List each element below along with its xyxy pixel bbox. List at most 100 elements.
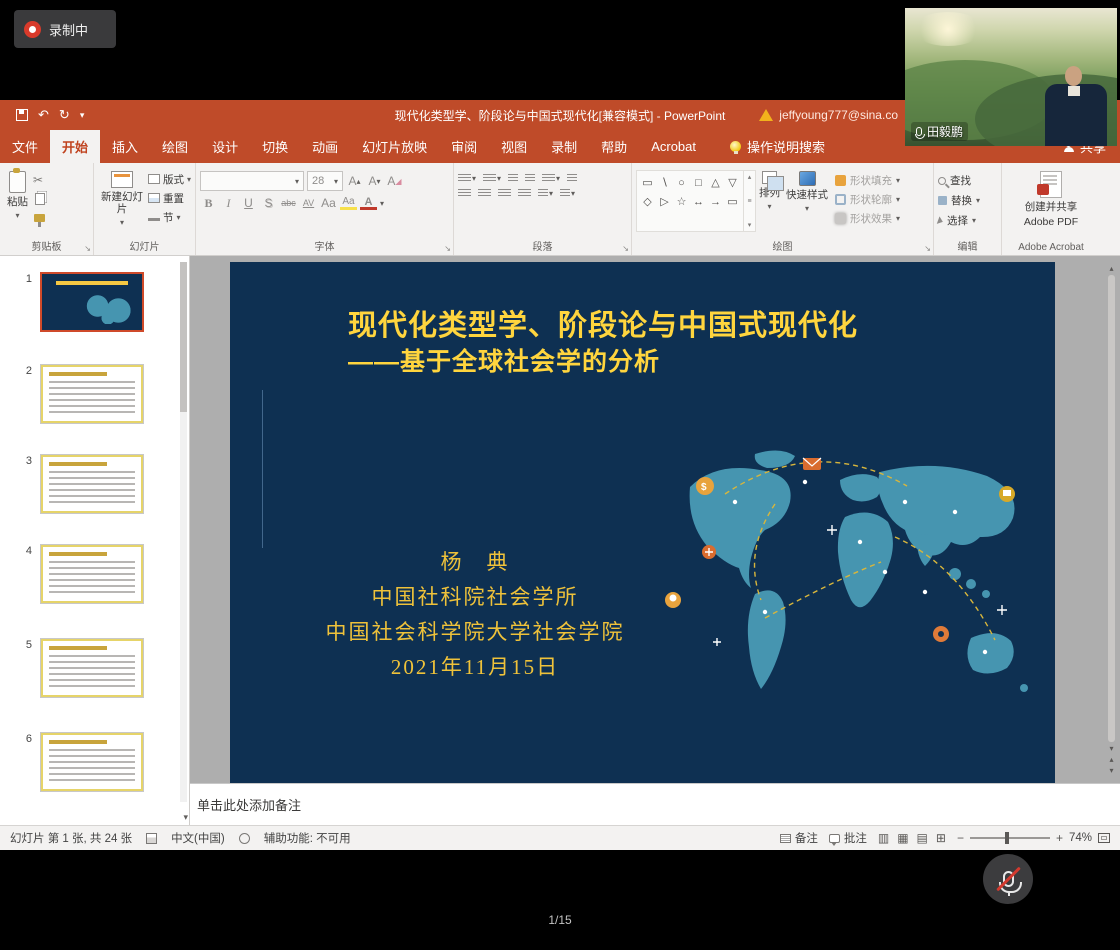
shape-fill-button[interactable]: 形状填充▾ <box>835 172 900 189</box>
create-share-pdf-button[interactable]: 创建并共享 Adobe PDF <box>1006 168 1096 231</box>
notes-toggle-button[interactable]: 备注 <box>780 830 818 846</box>
select-button[interactable]: 选择▾ <box>938 212 997 229</box>
slide-2-thumbnail[interactable] <box>40 364 144 424</box>
notes-pane[interactable]: 单击此处添加备注 <box>190 783 1120 825</box>
zoom-in-icon[interactable]: + <box>1056 831 1063 845</box>
shape-icon[interactable]: ∖ <box>661 176 668 189</box>
fit-to-window-icon[interactable] <box>1098 833 1110 843</box>
slideshow-view-icon[interactable]: ⊞ <box>936 831 946 845</box>
thumbnail-item[interactable]: 2 <box>20 364 144 424</box>
columns-icon[interactable]: ▾ <box>538 189 553 198</box>
bullets-icon[interactable]: ▾ <box>458 174 476 183</box>
save-icon[interactable] <box>16 109 28 121</box>
participant-video-tile[interactable]: 田毅鹏 <box>905 8 1117 146</box>
clear-format-icon[interactable]: A◢ <box>386 172 403 190</box>
thumbnail-scrollbar[interactable] <box>180 262 187 802</box>
tab-design[interactable]: 设计 <box>200 130 250 163</box>
normal-view-icon[interactable]: ▥ <box>878 831 889 845</box>
tab-record[interactable]: 录制 <box>539 130 589 163</box>
language-status[interactable]: 中文(中国) <box>171 830 225 846</box>
find-button[interactable]: 查找 <box>938 172 997 189</box>
highlight-color-icon[interactable]: Aa <box>340 197 357 210</box>
next-slide-icon[interactable]: ▾ <box>1109 766 1113 775</box>
accessibility-status[interactable]: 辅助功能: 不可用 <box>264 830 351 846</box>
shape-icon[interactable]: ▷ <box>660 195 668 208</box>
thumbnail-item[interactable]: 3 <box>20 454 144 514</box>
redo-icon[interactable]: ↻ <box>59 107 70 123</box>
shape-icon[interactable]: ▭ <box>642 176 652 189</box>
shape-icon[interactable]: △ <box>711 176 719 189</box>
format-painter-icon[interactable] <box>33 210 45 225</box>
undo-icon[interactable]: ↶ <box>38 107 49 123</box>
tab-view[interactable]: 视图 <box>489 130 539 163</box>
tab-home[interactable]: 开始 <box>50 130 100 163</box>
tab-review[interactable]: 审阅 <box>439 130 489 163</box>
warning-icon[interactable] <box>759 109 773 121</box>
shape-effects-button[interactable]: 形状效果▾ <box>835 210 900 227</box>
tab-draw[interactable]: 绘图 <box>150 130 200 163</box>
decrease-indent-icon[interactable] <box>508 174 518 183</box>
section-button[interactable]: 节▾ <box>148 209 191 225</box>
paste-button[interactable]: 粘贴 ▾ <box>4 168 31 225</box>
copy-icon[interactable] <box>33 191 45 206</box>
slide-subtitle[interactable]: ——基于全球社会学的分析 <box>348 342 660 378</box>
increase-indent-icon[interactable] <box>525 174 535 183</box>
zoom-slider[interactable] <box>970 837 1050 839</box>
thumbnail-item[interactable]: 1 <box>20 272 144 332</box>
zoom-out-icon[interactable]: − <box>957 831 964 845</box>
line-spacing-icon[interactable]: ▾ <box>542 174 560 183</box>
paragraph-dialog-launcher[interactable]: ↘ <box>622 244 629 253</box>
clipboard-dialog-launcher[interactable]: ↘ <box>84 244 91 253</box>
font-color-dropdown-icon[interactable]: ▾ <box>380 199 384 208</box>
slide-canvas[interactable]: 现代化类型学、阶段论与中国式现代化 ——基于全球社会学的分析 <box>230 262 1055 783</box>
quick-styles-button[interactable]: 快速样式 ▾ <box>783 168 831 239</box>
reset-button[interactable]: 重置 <box>148 190 191 206</box>
justify-icon[interactable] <box>518 189 531 198</box>
microphone-muted-button[interactable] <box>983 854 1033 904</box>
align-right-icon[interactable] <box>498 189 511 198</box>
tab-file[interactable]: 文件 <box>0 130 50 163</box>
thumbnail-item[interactable]: 5 <box>20 638 144 698</box>
underline-button[interactable]: U <box>240 194 257 212</box>
slide-4-thumbnail[interactable] <box>40 544 144 604</box>
new-slide-button[interactable]: 新建幻灯片 ▾ <box>98 168 146 230</box>
slide-5-thumbnail[interactable] <box>40 638 144 698</box>
tab-help[interactable]: 帮助 <box>589 130 639 163</box>
previous-slide-icon[interactable]: ▴ <box>1109 755 1113 764</box>
numbering-icon[interactable]: ▾ <box>483 174 501 183</box>
text-direction-icon[interactable] <box>567 174 577 183</box>
decrease-font-icon[interactable]: A▾ <box>366 172 383 190</box>
shapes-gallery-scrollbar[interactable]: ▴≡▾ <box>743 171 755 231</box>
scroll-down-icon[interactable]: ▾ <box>1109 744 1113 753</box>
shape-icon[interactable]: → <box>710 196 721 208</box>
slide-1-thumbnail[interactable] <box>40 272 144 332</box>
replace-button[interactable]: 替换▾ <box>938 192 997 209</box>
align-left-icon[interactable] <box>458 189 471 198</box>
shapes-gallery[interactable]: ▭ ∖ ○ □ △ ▽ ◇ ▷ ☆ ↔ → ▭ ▴≡▾ <box>636 170 756 232</box>
text-shadow-button[interactable]: S <box>260 194 277 212</box>
slide-6-thumbnail[interactable] <box>40 732 144 792</box>
font-name-combo[interactable]: ▾ <box>200 171 304 191</box>
slide-position-status[interactable]: 幻灯片 第 1 张, 共 24 张 <box>10 830 132 846</box>
shape-icon[interactable]: ▽ <box>728 176 736 189</box>
shape-icon[interactable]: ↔ <box>693 196 704 208</box>
tell-me-search[interactable]: 操作说明搜索 <box>722 130 833 163</box>
tab-slideshow[interactable]: 幻灯片放映 <box>350 130 439 163</box>
zoom-slider-handle[interactable] <box>1005 832 1009 844</box>
tab-animations[interactable]: 动画 <box>300 130 350 163</box>
bold-button[interactable]: B <box>200 194 217 212</box>
change-case-button[interactable]: Aa <box>320 194 337 212</box>
layout-button[interactable]: 版式▾ <box>148 171 191 187</box>
recording-indicator[interactable]: 录制中 <box>14 10 116 48</box>
shape-icon[interactable]: ◇ <box>643 195 651 208</box>
shape-icon[interactable]: □ <box>695 177 702 189</box>
thumbnail-item[interactable]: 6 <box>20 732 144 792</box>
italic-button[interactable]: I <box>220 194 237 212</box>
slide-sorter-view-icon[interactable]: ▦ <box>897 831 908 845</box>
strikethrough-button[interactable]: abc <box>280 194 297 212</box>
shape-icon[interactable]: ○ <box>678 177 685 189</box>
tab-transitions[interactable]: 切换 <box>250 130 300 163</box>
shape-outline-button[interactable]: 形状轮廓▾ <box>835 191 900 208</box>
tab-insert[interactable]: 插入 <box>100 130 150 163</box>
increase-font-icon[interactable]: A▴ <box>346 172 363 190</box>
